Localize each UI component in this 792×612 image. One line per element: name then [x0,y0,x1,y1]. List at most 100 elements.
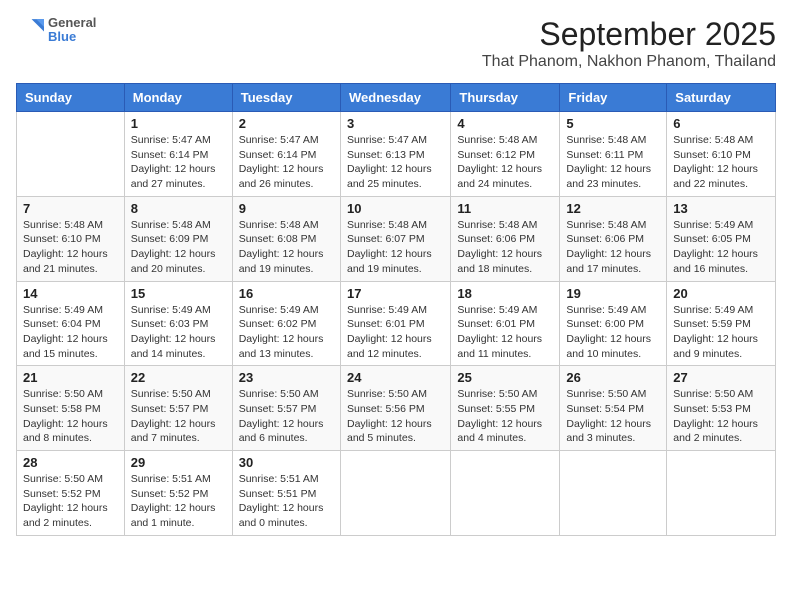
calendar-table: SundayMondayTuesdayWednesdayThursdayFrid… [16,83,776,536]
cell-content: Sunrise: 5:50 AMSunset: 5:56 PMDaylight:… [347,387,444,446]
day-number: 17 [347,286,444,301]
day-number: 15 [131,286,226,301]
cell-content: Sunrise: 5:48 AMSunset: 6:12 PMDaylight:… [457,133,553,192]
day-number: 6 [673,116,769,131]
logo: General Blue [16,16,96,45]
calendar-cell: 8Sunrise: 5:48 AMSunset: 6:09 PMDaylight… [124,196,232,281]
day-number: 10 [347,201,444,216]
day-number: 29 [131,455,226,470]
calendar-cell: 28 Sunrise: 5:50 AMSunset: 5:52 PMDayligh… [17,451,125,536]
calendar-cell: 22Sunrise: 5:50 AMSunset: 5:57 PMDayligh… [124,366,232,451]
header: General Blue September 2025 That Phanom,… [16,16,776,71]
calendar-cell: 10 Sunrise: 5:48 AMSunset: 6:07 PMDayligh… [340,196,450,281]
cell-content: Sunrise: 5:48 AMSunset: 6:06 PMDaylight:… [457,218,553,277]
col-header-friday: Friday [560,84,667,112]
calendar-cell: 18 Sunrise: 5:49 AMSunset: 6:01 PMDayligh… [451,281,560,366]
cell-content: Sunrise: 5:49 AMSunset: 6:03 PMDaylight:… [131,303,226,362]
day-number: 9 [239,201,334,216]
calendar-cell: 5 Sunrise: 5:48 AMSunset: 6:11 PMDaylight… [560,112,667,197]
calendar-cell [451,451,560,536]
cell-content: Sunrise: 5:51 AMSunset: 5:51 PMDaylight:… [239,472,334,531]
calendar-cell: 20 Sunrise: 5:49 AMSunset: 5:59 PMDayligh… [667,281,776,366]
col-header-wednesday: Wednesday [340,84,450,112]
page-title: September 2025 [482,16,776,53]
day-number: 25 [457,370,553,385]
cell-content: Sunrise: 5:48 AMSunset: 6:10 PMDaylight:… [673,133,769,192]
day-number: 23 [239,370,334,385]
calendar-cell: 21 Sunrise: 5:50 AMSunset: 5:58 PMDayligh… [17,366,125,451]
cell-content: Sunrise: 5:50 AMSunset: 5:58 PMDaylight:… [23,387,118,446]
day-number: 20 [673,286,769,301]
week-row-2: 7 Sunrise: 5:48 AMSunset: 6:10 PMDaylight… [17,196,776,281]
logo-icon [16,16,44,44]
cell-content: Sunrise: 5:49 AMSunset: 6:01 PMDaylight:… [457,303,553,362]
day-number: 18 [457,286,553,301]
calendar-cell: 26Sunrise: 5:50 AMSunset: 5:54 PMDayligh… [560,366,667,451]
calendar-cell: 16 Sunrise: 5:49 AMSunset: 6:02 PMDayligh… [232,281,340,366]
calendar-cell: 11 Sunrise: 5:48 AMSunset: 6:06 PMDayligh… [451,196,560,281]
day-number: 16 [239,286,334,301]
day-number: 13 [673,201,769,216]
header-row: SundayMondayTuesdayWednesdayThursdayFrid… [17,84,776,112]
calendar-cell [340,451,450,536]
calendar-cell [560,451,667,536]
week-row-1: 1 Sunrise: 5:47 AMSunset: 6:14 PMDaylight… [17,112,776,197]
day-number: 4 [457,116,553,131]
cell-content: Sunrise: 5:48 AMSunset: 6:07 PMDaylight:… [347,218,444,277]
logo-blue: Blue [48,30,96,44]
logo-text: General Blue [48,16,96,45]
day-number: 7 [23,201,118,216]
day-number: 27 [673,370,769,385]
cell-content: Sunrise: 5:48 AMSunset: 6:09 PMDaylight:… [131,218,226,277]
day-number: 28 [23,455,118,470]
day-number: 24 [347,370,444,385]
day-number: 1 [131,116,226,131]
cell-content: Sunrise: 5:50 AMSunset: 5:52 PMDaylight:… [23,472,118,531]
title-area: September 2025 That Phanom, Nakhon Phano… [482,16,776,71]
calendar-cell: 25 Sunrise: 5:50 AMSunset: 5:55 PMDayligh… [451,366,560,451]
cell-content: Sunrise: 5:47 AMSunset: 6:14 PMDaylight:… [239,133,334,192]
day-number: 19 [566,286,660,301]
calendar-cell: 2 Sunrise: 5:47 AMSunset: 6:14 PMDaylight… [232,112,340,197]
cell-content: Sunrise: 5:48 AMSunset: 6:11 PMDaylight:… [566,133,660,192]
calendar-cell: 4 Sunrise: 5:48 AMSunset: 6:12 PMDaylight… [451,112,560,197]
calendar-cell: 9Sunrise: 5:48 AMSunset: 6:08 PMDaylight… [232,196,340,281]
cell-content: Sunrise: 5:50 AMSunset: 5:57 PMDaylight:… [131,387,226,446]
day-number: 5 [566,116,660,131]
calendar-cell: 12Sunrise: 5:48 AMSunset: 6:06 PMDayligh… [560,196,667,281]
calendar-cell: 29Sunrise: 5:51 AMSunset: 5:52 PMDayligh… [124,451,232,536]
calendar-cell: 6 Sunrise: 5:48 AMSunset: 6:10 PMDaylight… [667,112,776,197]
cell-content: Sunrise: 5:49 AMSunset: 6:00 PMDaylight:… [566,303,660,362]
week-row-3: 14Sunrise: 5:49 AMSunset: 6:04 PMDayligh… [17,281,776,366]
cell-content: Sunrise: 5:49 AMSunset: 5:59 PMDaylight:… [673,303,769,362]
day-number: 14 [23,286,118,301]
day-number: 2 [239,116,334,131]
week-row-4: 21 Sunrise: 5:50 AMSunset: 5:58 PMDayligh… [17,366,776,451]
calendar-cell: 14Sunrise: 5:49 AMSunset: 6:04 PMDayligh… [17,281,125,366]
day-number: 30 [239,455,334,470]
calendar-cell: 7 Sunrise: 5:48 AMSunset: 6:10 PMDaylight… [17,196,125,281]
calendar-cell: 27 Sunrise: 5:50 AMSunset: 5:53 PMDayligh… [667,366,776,451]
calendar-cell: 23Sunrise: 5:50 AMSunset: 5:57 PMDayligh… [232,366,340,451]
calendar-cell: 3Sunrise: 5:47 AMSunset: 6:13 PMDaylight… [340,112,450,197]
calendar-cell: 30 Sunrise: 5:51 AMSunset: 5:51 PMDayligh… [232,451,340,536]
col-header-saturday: Saturday [667,84,776,112]
calendar-cell: 15 Sunrise: 5:49 AMSunset: 6:03 PMDayligh… [124,281,232,366]
cell-content: Sunrise: 5:50 AMSunset: 5:53 PMDaylight:… [673,387,769,446]
day-number: 26 [566,370,660,385]
cell-content: Sunrise: 5:50 AMSunset: 5:55 PMDaylight:… [457,387,553,446]
calendar-cell: 17Sunrise: 5:49 AMSunset: 6:01 PMDayligh… [340,281,450,366]
calendar-cell [17,112,125,197]
cell-content: Sunrise: 5:47 AMSunset: 6:13 PMDaylight:… [347,133,444,192]
logo-general: General [48,16,96,30]
col-header-thursday: Thursday [451,84,560,112]
day-number: 21 [23,370,118,385]
cell-content: Sunrise: 5:49 AMSunset: 6:02 PMDaylight:… [239,303,334,362]
day-number: 11 [457,201,553,216]
calendar-cell: 19 Sunrise: 5:49 AMSunset: 6:00 PMDayligh… [560,281,667,366]
col-header-tuesday: Tuesday [232,84,340,112]
col-header-sunday: Sunday [17,84,125,112]
cell-content: Sunrise: 5:48 AMSunset: 6:10 PMDaylight:… [23,218,118,277]
day-number: 12 [566,201,660,216]
cell-content: Sunrise: 5:49 AMSunset: 6:05 PMDaylight:… [673,218,769,277]
